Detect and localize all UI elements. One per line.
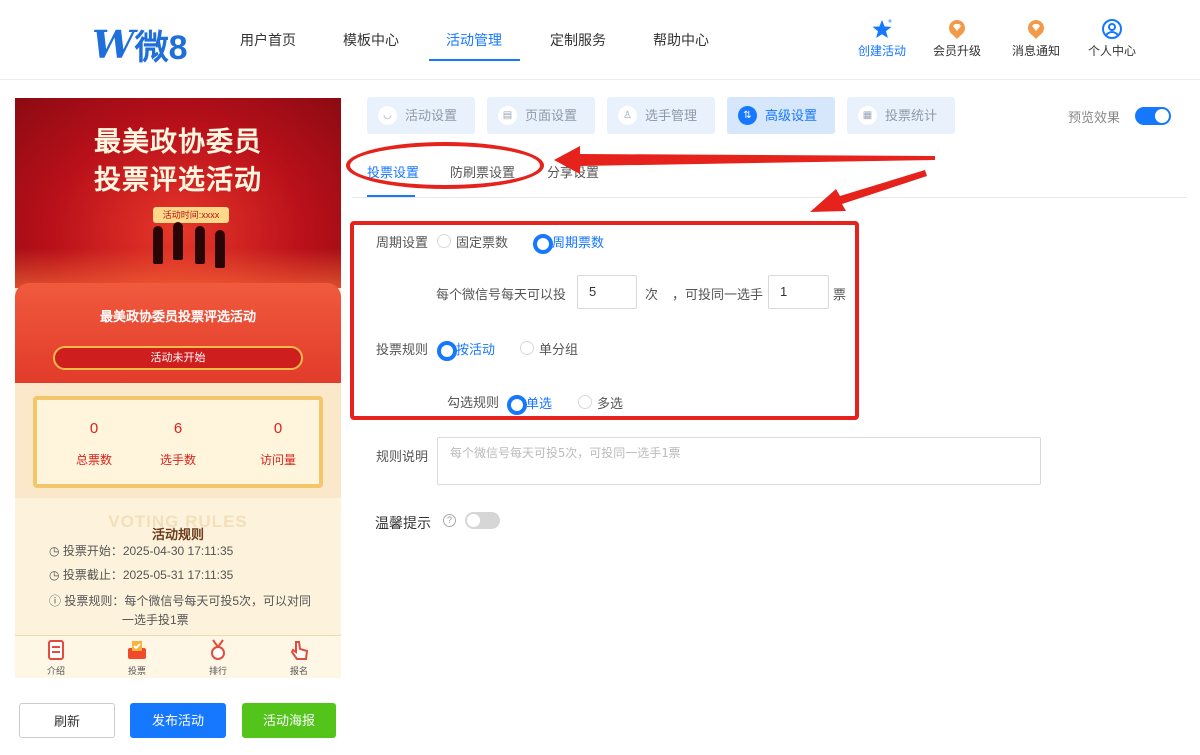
sort-icon: ⇅: [738, 106, 757, 125]
preview-tab-ranking: 排行: [193, 639, 243, 677]
ballot-icon: [112, 639, 162, 663]
hand-pointer-icon: [274, 639, 324, 663]
nav-activity-management[interactable]: 活动管理: [446, 30, 502, 62]
tab-label: 页面设置: [525, 108, 578, 123]
rule-vote-end: ◷ 投票截止：2025-05-31 17:11:35: [49, 565, 319, 585]
preview-tab-signup: 报名: [274, 639, 324, 677]
stat-value: 0: [89, 420, 99, 437]
rule-description-label: 规则说明: [376, 449, 429, 464]
medal-icon: [193, 639, 243, 663]
clock-icon: ◷: [49, 568, 63, 582]
shield-icon: ◡: [378, 106, 397, 125]
nav-custom-service[interactable]: 定制服务: [550, 30, 606, 62]
logo-mark: W: [92, 22, 135, 67]
star-icon: [852, 18, 912, 40]
tab-vote-statistics[interactable]: ▦ 投票统计: [847, 97, 955, 134]
nav-user-home[interactable]: 用户首页: [240, 30, 296, 62]
stat-total-votes: 0 总票数: [49, 420, 139, 468]
preview-tab-label: 排行: [208, 666, 227, 676]
stat-label: 访问量: [259, 453, 296, 467]
personal-center-button[interactable]: 个人中心: [1082, 18, 1142, 59]
runner-silhouette: [153, 226, 163, 264]
member-upgrade-button[interactable]: 会员升级: [927, 18, 987, 59]
rule-vote-rule: ⓘ 投票规则：每个微信号每天可投5次，可以对同: [49, 591, 319, 611]
arrow-to-box: [810, 170, 927, 212]
arrow-to-tabs: [554, 146, 935, 174]
banner-title-line-2: 投票评选活动: [94, 165, 262, 196]
tab-player-management[interactable]: ♙ 选手管理: [607, 97, 715, 134]
tip-label: 温馨提示: [375, 515, 431, 531]
rule-text: 投票开始：2025-04-30 17:11:35: [62, 544, 234, 558]
rule-vote-rule-cont: 一选手投1票: [122, 613, 189, 627]
stat-label: 总票数: [75, 453, 112, 467]
rule-text: 投票截止：2025-05-31 17:11:35: [62, 568, 234, 582]
tab-page-settings[interactable]: ▤ 页面设置: [487, 97, 595, 134]
annotation-oval: [346, 142, 544, 189]
preview-tab-label: 报名: [289, 666, 308, 676]
diamond-badge-icon: [1006, 18, 1066, 40]
stat-visits: 0 访问量: [233, 420, 323, 468]
personal-center-label: 个人中心: [1087, 44, 1136, 58]
tab-label: 活动设置: [405, 108, 458, 123]
preview-tab-vote: 投票: [112, 639, 162, 677]
preview-tab-intro: 介绍: [31, 639, 81, 677]
notifications-label: 消息通知: [1011, 44, 1060, 58]
rule-vote-start: ◷ 投票开始：2025-04-30 17:11:35: [49, 541, 319, 561]
user-circle-icon: [1082, 18, 1142, 40]
nav-active-indicator: [429, 59, 520, 61]
nav-help-center[interactable]: 帮助中心: [653, 30, 709, 62]
logo-text: 微8: [134, 29, 188, 67]
preview-effect-toggle[interactable]: [1135, 107, 1171, 125]
stats-box: 0 总票数 6 选手数 0 访问量: [33, 396, 323, 488]
tab-label: 投票统计: [885, 108, 938, 123]
banner-time-badge: 活动时间:xxxx: [153, 207, 229, 223]
help-icon[interactable]: ?: [443, 514, 456, 527]
activity-status-bar: 活动未开始: [53, 346, 303, 370]
clock-icon: ◷: [49, 544, 63, 558]
notifications-button[interactable]: 消息通知: [1006, 18, 1066, 59]
preview-tab-label: 投票: [127, 666, 146, 676]
tab-advanced-settings[interactable]: ⇅ 高级设置: [727, 97, 835, 134]
user-icon: ♙: [618, 106, 637, 125]
runner-silhouette: [173, 222, 183, 260]
chart-icon: ▦: [858, 106, 877, 125]
info-icon: ⓘ: [49, 594, 65, 608]
document-icon: [31, 639, 81, 663]
annotation-arrows: [554, 146, 935, 212]
tab-label: 高级设置: [765, 108, 818, 123]
annotation-box: [350, 221, 859, 420]
tab-activity-settings[interactable]: ◡ 活动设置: [367, 97, 475, 134]
nav-template-center[interactable]: 模板中心: [343, 30, 399, 62]
stat-value: 6: [173, 420, 183, 437]
brand-logo[interactable]: W 微8: [92, 20, 188, 69]
stat-value: 0: [273, 420, 283, 437]
rule-text: 投票规则：每个微信号每天可投5次，可以对同: [64, 594, 312, 608]
mobile-preview: 最美政协委员 投票评选活动 活动时间:xxxx 最美政协委员投票评选活动 活动未…: [15, 98, 341, 678]
preview-card-title: 最美政协委员投票评选活动: [99, 309, 256, 324]
create-activity-label: 创建活动: [857, 44, 906, 58]
banner-title-line-1: 最美政协委员: [94, 127, 262, 158]
preview-tabbar: 介绍 投票 排行 报名: [15, 635, 341, 678]
top-header: W 微8 用户首页 模板中心 活动管理 定制服务 帮助中心 创建活动 会员升级 …: [0, 0, 1200, 80]
tip-toggle[interactable]: [465, 512, 500, 529]
preview-tab-label: 介绍: [46, 666, 65, 676]
preview-effect-label: 预览效果: [1068, 110, 1121, 125]
member-upgrade-label: 会员升级: [932, 44, 981, 58]
diamond-badge-icon: [927, 18, 987, 40]
runner-silhouette: [195, 226, 205, 264]
publish-activity-button[interactable]: 发布活动: [130, 703, 226, 738]
create-activity-button[interactable]: 创建活动: [852, 18, 912, 59]
refresh-button[interactable]: 刷新: [19, 703, 115, 738]
tab-label: 选手管理: [645, 108, 698, 123]
stat-label: 选手数: [159, 453, 196, 467]
page-icon: ▤: [498, 106, 517, 125]
stat-players: 6 选手数: [133, 420, 223, 468]
activity-poster-button[interactable]: 活动海报: [242, 703, 336, 738]
rule-description-textarea[interactable]: 每个微信号每天可投5次，可投同一选手1票: [437, 437, 1041, 485]
runner-silhouette: [215, 230, 225, 268]
